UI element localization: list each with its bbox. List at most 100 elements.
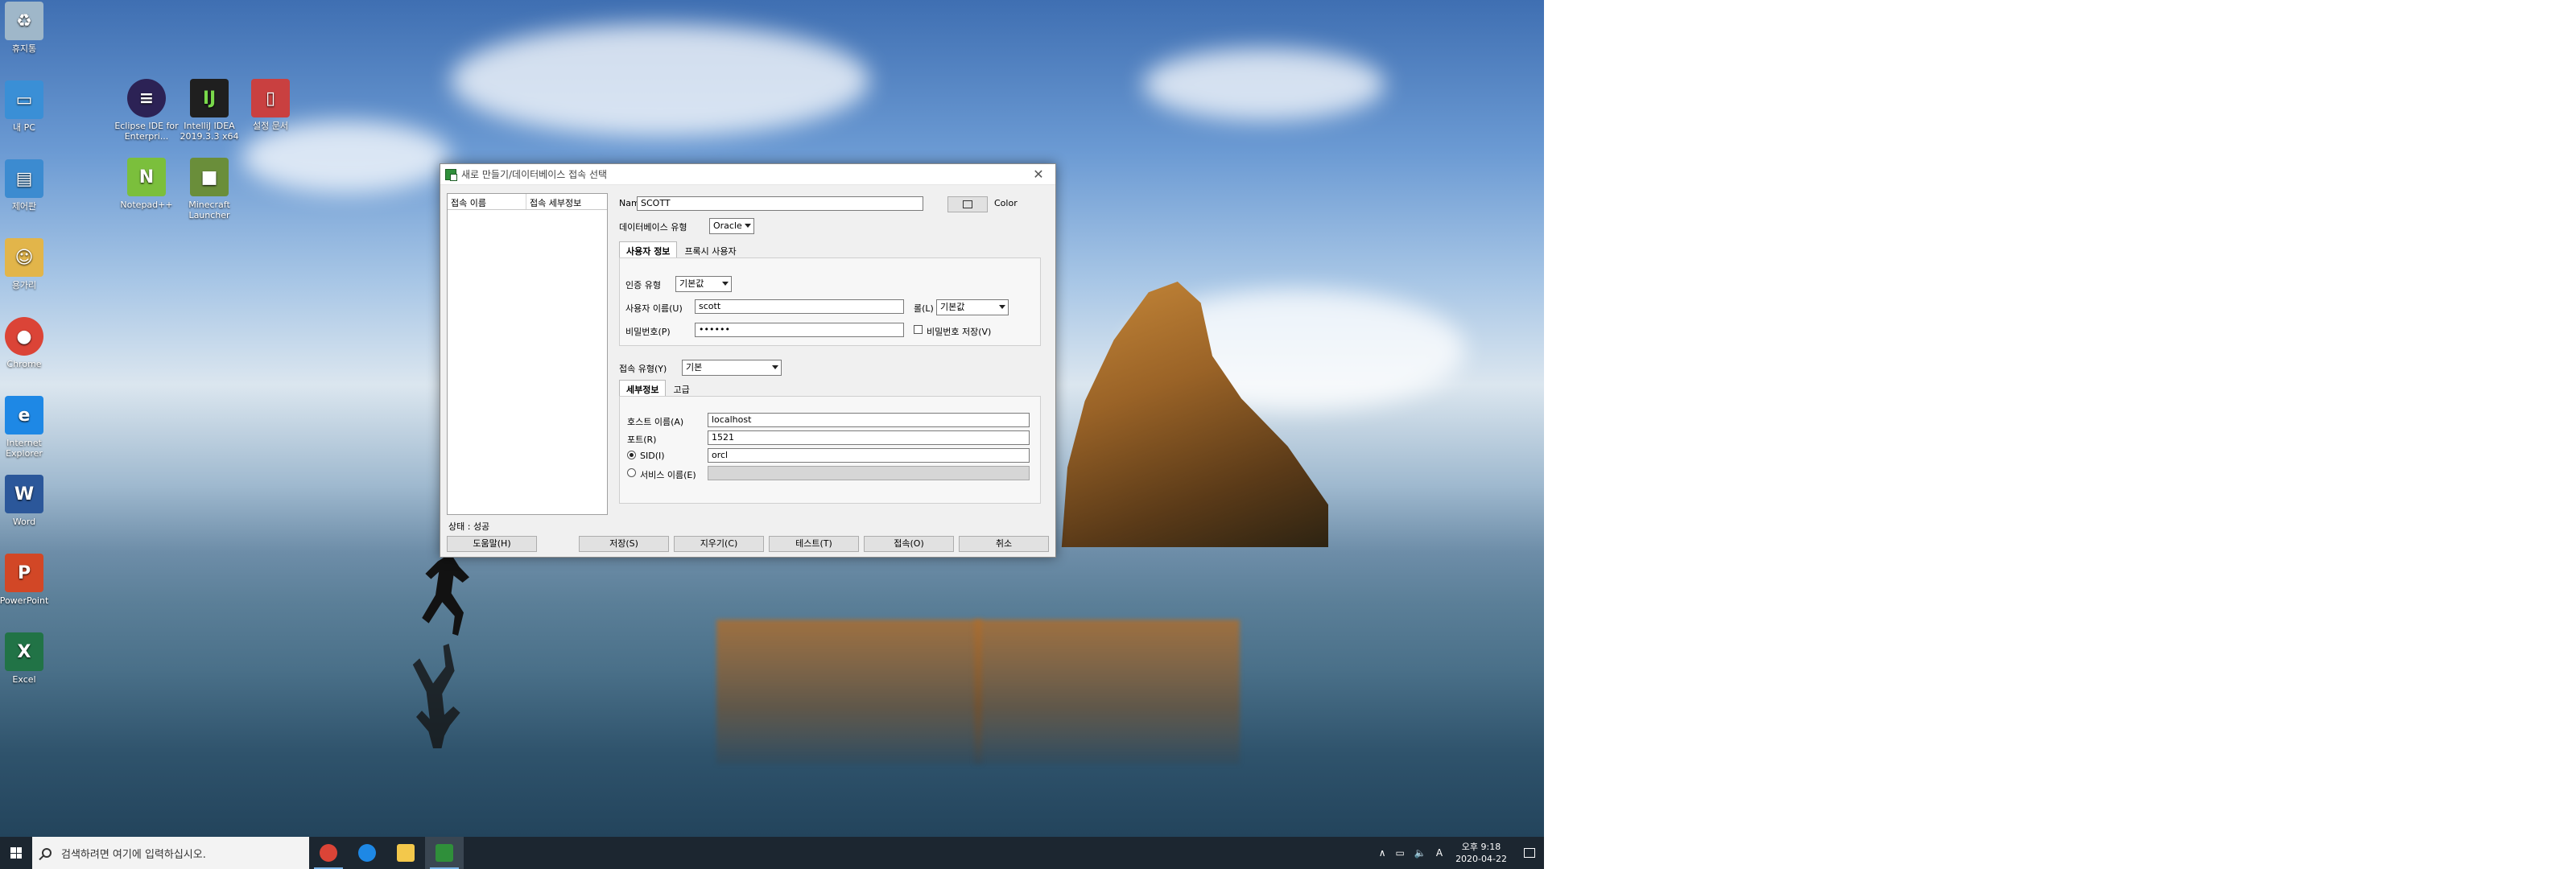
taskbar-app-sql-developer[interactable] <box>425 837 464 869</box>
password-input[interactable]: •••••• <box>695 323 904 337</box>
host-input[interactable]: localhost <box>708 413 1030 427</box>
test-button[interactable]: 테스트(T) <box>769 536 859 552</box>
desktop-icon-intellij[interactable]: IJ IntelliJ IDEA 2019.3.3 x64 <box>177 79 242 142</box>
save-password-label: 비밀번호 저장(V) <box>927 327 992 337</box>
role-label: 롤(L) <box>914 303 934 314</box>
desktop: ♻ 휴지통 ▭ 내 PC ▤ 제어판 ☺ 용가리 ● Chrome e Inte… <box>0 0 1544 837</box>
password-label: 비밀번호(P) <box>625 327 671 337</box>
database-type-label: 데이터베이스 유형 <box>619 222 687 233</box>
file-explorer-icon <box>397 844 415 862</box>
search-icon <box>42 848 52 858</box>
column-header-connection-details[interactable]: 접속 세부정보 <box>526 194 607 209</box>
network-icon[interactable]: ▭ <box>1391 847 1410 859</box>
system-tray: ∧ ▭ 🔈 A 오후 9:18 2020-04-22 <box>1374 837 1544 869</box>
desktop-icon-excel[interactable]: X Excel <box>0 632 56 685</box>
input-method-icon[interactable]: A <box>1431 847 1447 859</box>
notification-center-button[interactable] <box>1515 837 1544 869</box>
service-name-radio[interactable] <box>627 468 636 477</box>
desktop-icon-notepad-plus[interactable]: N Notepad++ <box>114 158 179 210</box>
eclipse-icon: ≡ <box>127 79 166 117</box>
desktop-icon-powerpoint[interactable]: P PowerPoint <box>0 554 56 606</box>
clear-button[interactable]: 지우기(C) <box>674 536 764 552</box>
chevron-down-icon <box>772 365 778 369</box>
desktop-icon-minecraft[interactable]: ■ Minecraft Launcher <box>177 158 242 220</box>
color-swatch-icon <box>963 200 972 208</box>
username-input[interactable]: scott <box>695 299 904 314</box>
show-hidden-icons-icon[interactable]: ∧ <box>1374 847 1391 859</box>
port-label: 포트(R) <box>627 434 657 445</box>
desktop-icon-document[interactable]: ▯ 설정 문서 <box>238 79 303 131</box>
search-placeholder: 검색하려면 여기에 입력하십시오. <box>61 848 206 861</box>
taskbar-app-internet-explorer[interactable] <box>348 837 386 869</box>
sid-label: SID(I) <box>640 451 665 461</box>
status-text: 상태 : 성공 <box>448 521 490 532</box>
cancel-button[interactable]: 취소 <box>959 536 1049 552</box>
port-input[interactable]: 1521 <box>708 430 1030 445</box>
desktop-icon-recycle-bin[interactable]: ♻ 휴지통 <box>0 2 56 54</box>
desktop-icon-this-pc[interactable]: ▭ 내 PC <box>0 80 56 133</box>
sql-developer-icon <box>436 844 453 862</box>
clock-date: 2020-04-22 <box>1455 854 1507 864</box>
windows-logo-icon <box>10 847 22 859</box>
connection-type-select[interactable]: 기본 <box>682 360 782 376</box>
word-icon: W <box>5 475 43 513</box>
connect-button[interactable]: 접속(O) <box>864 536 954 552</box>
start-button[interactable] <box>0 837 32 869</box>
user-folder-icon: ☺ <box>5 238 43 277</box>
auth-type-select[interactable]: 기본값 <box>675 276 732 292</box>
clock-time: 오후 9:18 <box>1461 842 1501 852</box>
minecraft-icon: ■ <box>190 158 229 196</box>
intellij-icon: IJ <box>190 79 229 117</box>
control-panel-icon: ▤ <box>5 159 43 198</box>
save-button[interactable]: 저장(S) <box>579 536 669 552</box>
desktop-icon-internet-explorer[interactable]: e Internet Explorer <box>0 396 56 459</box>
desktop-icon-user-folder[interactable]: ☺ 용가리 <box>0 238 56 290</box>
sid-input[interactable]: orcl <box>708 448 1030 463</box>
dialog-titlebar[interactable]: 새로 만들기/데이터베이스 접속 선택 ✕ <box>440 164 1055 185</box>
chevron-down-icon <box>999 305 1005 309</box>
wallpaper-cloud <box>1143 48 1385 121</box>
wallpaper-cloud <box>451 24 869 137</box>
internet-explorer-icon <box>358 844 376 862</box>
chrome-icon <box>320 844 337 862</box>
name-input[interactable]: SCOTT <box>637 196 923 211</box>
volume-icon[interactable]: 🔈 <box>1410 847 1431 859</box>
taskbar-app-chrome[interactable] <box>309 837 348 869</box>
save-password-checkbox[interactable] <box>914 325 923 334</box>
connection-list-header: 접속 이름 접속 세부정보 <box>448 194 607 210</box>
taskbar-app-file-explorer[interactable] <box>386 837 425 869</box>
wallpaper-runner <box>422 547 469 636</box>
notification-icon <box>1524 848 1535 858</box>
sql-developer-icon <box>445 168 457 181</box>
wallpaper-runner-reflection <box>412 644 460 748</box>
dialog-title: 새로 만들기/데이터베이스 접속 선택 <box>461 169 608 180</box>
close-icon[interactable]: ✕ <box>1026 167 1051 182</box>
powerpoint-icon: P <box>5 554 43 592</box>
excel-icon: X <box>5 632 43 671</box>
auth-type-label: 인증 유형 <box>625 280 661 290</box>
taskbar: 검색하려면 여기에 입력하십시오. ∧ ▭ 🔈 A 오후 9:18 2020-0… <box>0 837 1544 869</box>
role-select[interactable]: 기본값 <box>936 299 1009 315</box>
connection-list[interactable]: 접속 이름 접속 세부정보 <box>447 193 608 515</box>
wallpaper-reflection <box>716 620 982 764</box>
connection-form: Name SCOTT Color 데이터베이스 유형 Oracle 사용자 정보… <box>614 193 1049 515</box>
color-label: Color <box>994 198 1018 208</box>
username-label: 사용자 이름(U) <box>625 303 683 314</box>
host-label: 호스트 이름(A) <box>627 417 684 427</box>
desktop-icon-word[interactable]: W Word <box>0 475 56 527</box>
wallpaper-reflection <box>974 620 1240 764</box>
chrome-icon: ● <box>5 317 43 356</box>
wallpaper-cloud <box>242 121 451 193</box>
help-button[interactable]: 도움말(H) <box>447 536 537 552</box>
database-type-select[interactable]: Oracle <box>709 218 754 234</box>
desktop-icon-control-panel[interactable]: ▤ 제어판 <box>0 159 56 212</box>
new-connection-dialog: 새로 만들기/데이터베이스 접속 선택 ✕ 접속 이름 접속 세부정보 Name… <box>440 163 1056 558</box>
desktop-icon-chrome[interactable]: ● Chrome <box>0 317 56 369</box>
desktop-icon-eclipse[interactable]: ≡ Eclipse IDE for Enterpri... <box>114 79 179 142</box>
column-header-connection-name[interactable]: 접속 이름 <box>448 194 526 209</box>
chevron-down-icon <box>722 282 729 286</box>
sid-radio[interactable] <box>627 451 636 459</box>
taskbar-search[interactable]: 검색하려면 여기에 입력하십시오. <box>32 837 309 869</box>
clock[interactable]: 오후 9:18 2020-04-22 <box>1447 841 1515 865</box>
color-picker-button[interactable] <box>947 196 988 212</box>
